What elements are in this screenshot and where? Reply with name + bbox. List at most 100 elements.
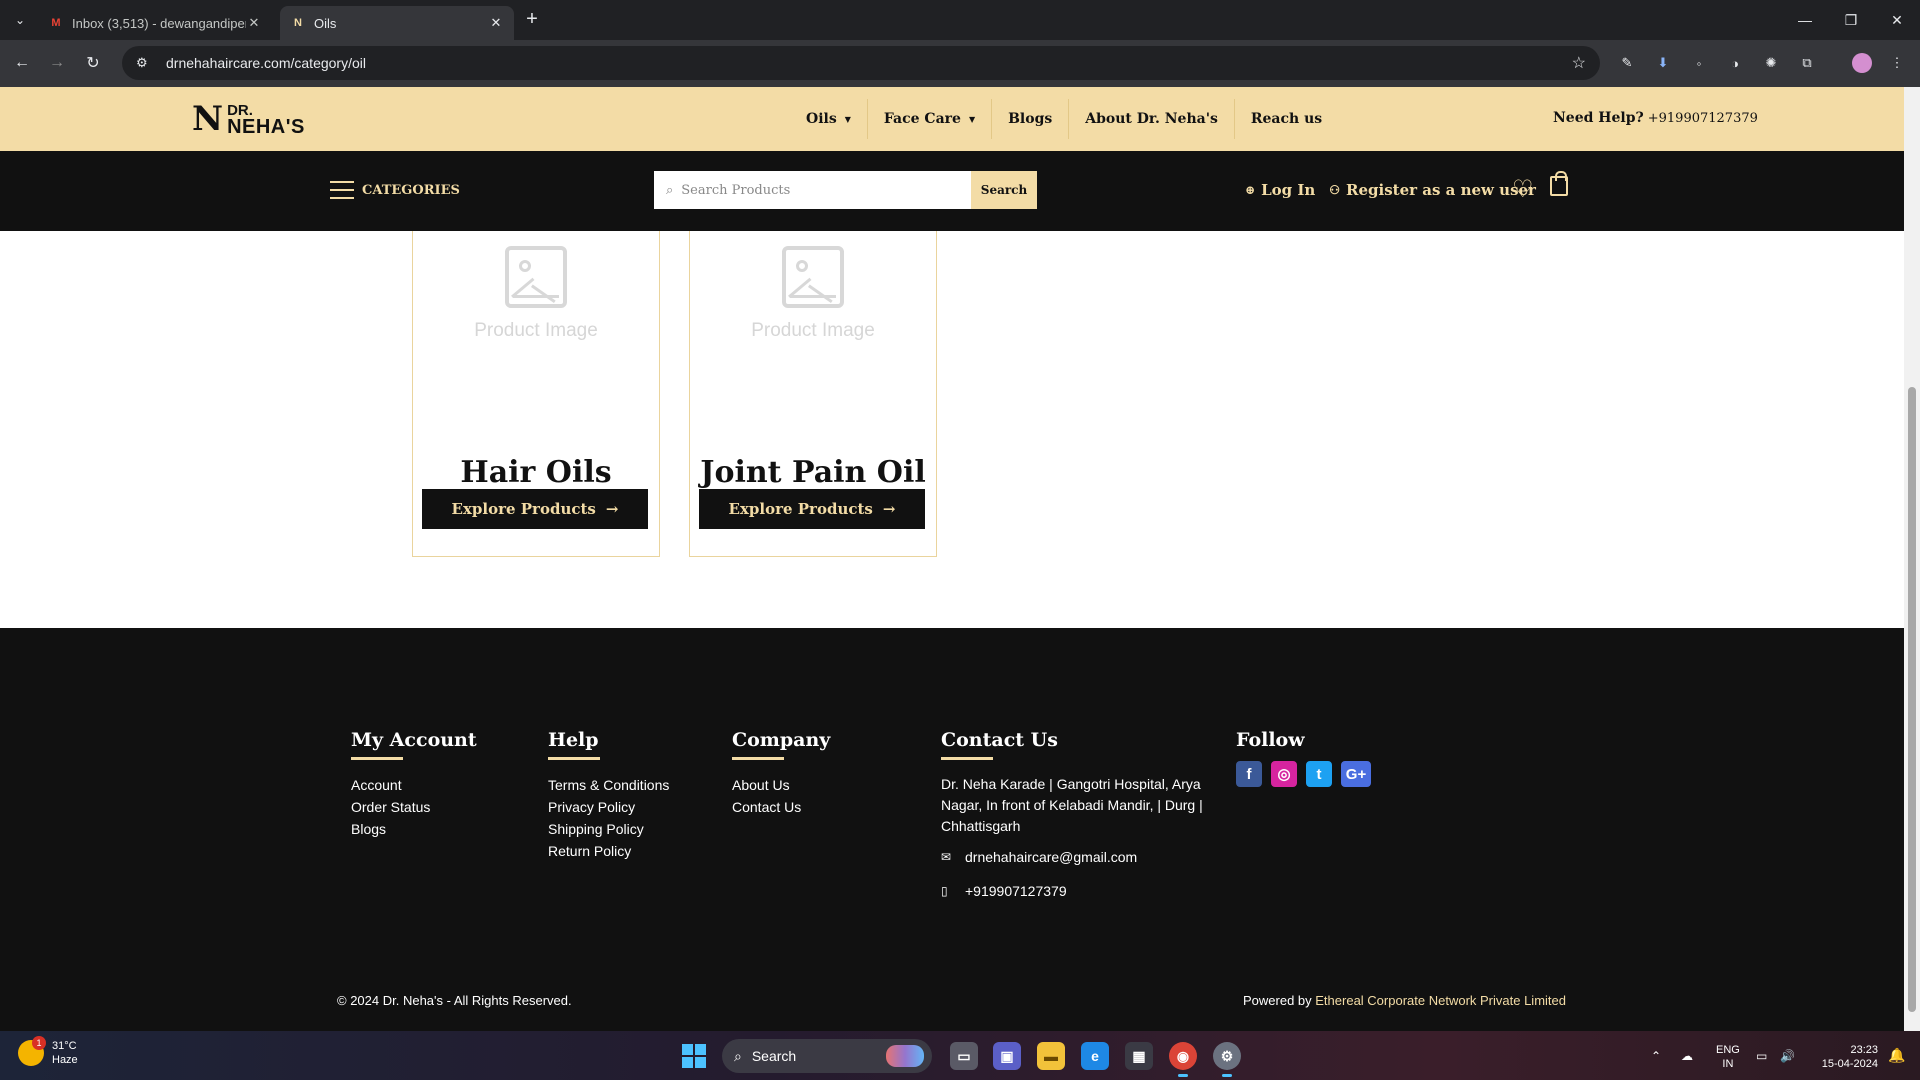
new-tab-button[interactable]: + [521, 8, 543, 30]
facebook-icon[interactable]: f [1236, 761, 1262, 787]
tab-gmail[interactable]: M Inbox (3,513) - dewangandipen ✕ [38, 6, 272, 40]
weather-sun-icon: 1 [18, 1036, 46, 1066]
footer-link-about-us[interactable]: About Us [732, 774, 830, 796]
footer-link-return[interactable]: Return Policy [548, 840, 669, 862]
menu-item-about[interactable]: About Dr. Neha's [1069, 99, 1235, 139]
windows-start-icon[interactable] [682, 1044, 706, 1068]
search-input[interactable]: ⌕ Search Products [654, 171, 971, 209]
register-link[interactable]: Register as a new user [1346, 181, 1536, 199]
weather-widget[interactable]: 1 31°C Haze [18, 1036, 78, 1067]
edge-icon[interactable]: e [1081, 1042, 1109, 1070]
footer-link-terms[interactable]: Terms & Conditions [548, 774, 669, 796]
login-link[interactable]: Log In [1261, 181, 1315, 199]
wishlist-heart-icon[interactable]: ♡ [1512, 175, 1534, 204]
button-label: Explore Products [451, 500, 596, 518]
forward-button[interactable]: → [45, 51, 69, 75]
site-info-icon[interactable]: ⚙ [136, 55, 154, 71]
help-phone-link[interactable]: +919907127379 [1648, 111, 1758, 126]
button-label: Explore Products [728, 500, 873, 518]
browser-toolbar: ← → ↻ ⚙ drnehahaircare.com/category/oil … [0, 40, 1920, 87]
bookmark-star-icon[interactable]: ☆ [1572, 53, 1586, 73]
puzzle-extensions-icon[interactable]: ⧉ [1797, 53, 1817, 73]
footer-link-privacy[interactable]: Privacy Policy [548, 796, 669, 818]
show-hidden-icons[interactable]: ⌃ [1651, 1031, 1661, 1080]
eyedropper-extension-icon[interactable]: ✎ [1617, 53, 1637, 73]
shopping-bag-icon[interactable] [1550, 171, 1568, 196]
site-logo[interactable]: N DR. NEHA'S [192, 99, 305, 139]
product-title: Joint Pain Oil [700, 455, 926, 490]
download-extension-icon[interactable]: ⬇ [1653, 53, 1673, 73]
close-icon[interactable]: ✕ [488, 15, 504, 31]
address-bar[interactable]: ⚙ drnehahaircare.com/category/oil ☆ [122, 46, 1600, 80]
url-text: drnehahaircare.com/category/oil [166, 55, 366, 71]
google-plus-icon[interactable]: G+ [1341, 761, 1371, 787]
teams-icon[interactable]: ▣ [993, 1042, 1021, 1070]
menu-item-oils[interactable]: Oils ▼ [790, 99, 868, 139]
notification-bell-icon[interactable]: 🔔 [1888, 1047, 1905, 1064]
settings-icon[interactable]: ⚙ [1213, 1042, 1241, 1077]
categories-button[interactable]: CATEGORIES [330, 181, 460, 199]
profile-avatar[interactable] [1852, 53, 1872, 73]
contact-email[interactable]: drnehahaircare@gmail.com [965, 849, 1137, 865]
menu-item-face-care[interactable]: Face Care ▼ [868, 99, 993, 139]
menu-label: Oils [806, 111, 837, 127]
search-icon: ⌕ [666, 182, 674, 198]
chrome-menu-icon[interactable]: ⋮ [1887, 53, 1907, 73]
explore-products-button[interactable]: Explore Products → [699, 489, 925, 529]
close-window-button[interactable]: ✕ [1874, 0, 1920, 40]
reload-button[interactable]: ↻ [81, 51, 105, 75]
footer-link-contact-us[interactable]: Contact Us [732, 796, 830, 818]
search-button[interactable]: Search [971, 171, 1037, 209]
footer-company: Company About Us Contact Us [732, 729, 830, 818]
gear-extension-icon[interactable]: ✺ [1761, 53, 1781, 73]
instagram-icon[interactable]: ◎ [1271, 761, 1297, 787]
onedrive-cloud-icon[interactable]: ☁ [1681, 1031, 1693, 1080]
categories-label: CATEGORIES [362, 182, 460, 198]
chrome-icon[interactable]: ◉ [1169, 1042, 1197, 1077]
menu-item-blogs[interactable]: Blogs [992, 99, 1070, 139]
notification-badge: 1 [32, 1036, 46, 1050]
restore-button[interactable]: ❐ [1828, 0, 1874, 40]
tab-search-button[interactable]: ⌄ [8, 8, 32, 32]
back-button[interactable]: ← [10, 51, 34, 75]
user-icon: ⚇ [1329, 183, 1341, 197]
menu-item-reach-us[interactable]: Reach us [1235, 99, 1338, 139]
caret-down-icon: ▼ [844, 114, 851, 124]
page-scrollbar[interactable] [1904, 87, 1920, 1031]
language-indicator[interactable]: ENG IN [1716, 1043, 1740, 1071]
task-view-icon[interactable]: ▭ [950, 1042, 978, 1070]
powered-by-company-link[interactable]: Ethereal Corporate Network Private Limit… [1315, 993, 1566, 1008]
file-explorer-icon[interactable]: ▬ [1037, 1042, 1065, 1070]
contact-phone[interactable]: +919907127379 [965, 883, 1067, 899]
volume-icon[interactable]: 🔊 [1780, 1031, 1795, 1080]
placeholder-label: Product Image [474, 320, 598, 341]
footer-link-order-status[interactable]: Order Status [351, 796, 477, 818]
extension-icon[interactable]: ◦ [1689, 53, 1709, 73]
main-menu: Oils ▼ Face Care ▼ Blogs About Dr. Neha's … [790, 99, 1338, 139]
browser-tab-bar: ⌄ M Inbox (3,513) - dewangandipen ✕ N Oi… [0, 0, 1920, 40]
scrollbar-thumb[interactable] [1908, 387, 1916, 1012]
taskbar-search-label: Search [751, 1048, 797, 1064]
minimize-button[interactable]: — [1782, 0, 1828, 40]
taskbar-search[interactable]: ⌕ Search [722, 1039, 932, 1073]
footer-link-blogs[interactable]: Blogs [351, 818, 477, 840]
site-top-nav: N DR. NEHA'S Oils ▼ Face Care ▼ Blogs Abou… [0, 87, 1904, 151]
footer-link-account[interactable]: Account [351, 774, 477, 796]
close-icon[interactable]: ✕ [246, 15, 262, 31]
explore-products-button[interactable]: Explore Products → [422, 489, 648, 529]
system-clock[interactable]: 23:23 15-04-2024 [1812, 1043, 1878, 1071]
tab-oils[interactable]: N Oils ✕ [280, 6, 514, 40]
placeholder-label: Product Image [751, 320, 875, 341]
footer-link-shipping[interactable]: Shipping Policy [548, 818, 669, 840]
network-icon[interactable]: ▭ [1756, 1031, 1767, 1080]
windows-taskbar: 1 31°C Haze ⌕ Search ▭ ▣ ▬ e ▦ ◉ ⚙ ⌃ ☁ E… [0, 1031, 1920, 1080]
twitter-icon[interactable]: t [1306, 761, 1332, 787]
hamburger-icon [330, 181, 354, 199]
dark-mode-extension-icon[interactable]: ◑ [1725, 53, 1745, 73]
footer-heading: Help [548, 729, 599, 751]
product-card: Product Image Hair Oils Explore Products… [412, 231, 660, 557]
heading-underline [732, 757, 784, 760]
contact-email-row: ✉ drnehahaircare@gmail.com [941, 849, 1211, 865]
store-icon[interactable]: ▦ [1125, 1042, 1153, 1070]
site-secondary-bar: CATEGORIES ⌕ Search Products Search ⊕ Lo… [0, 151, 1904, 231]
